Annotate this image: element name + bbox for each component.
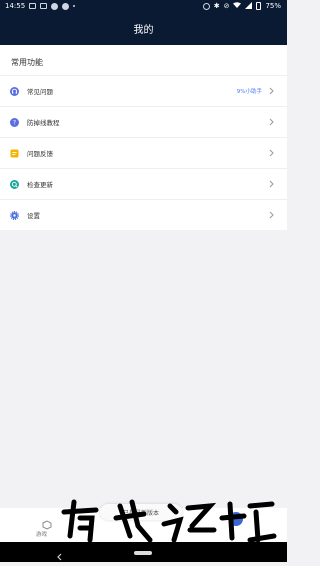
back-icon[interactable] — [55, 547, 65, 561]
feedback-icon — [10, 149, 19, 158]
chevron-right-icon — [268, 210, 275, 220]
game-tab-icon[interactable] — [41, 516, 53, 530]
menu-item-faq[interactable]: 常见问题 9%小助手 — [0, 75, 287, 106]
menu-item-anti-disconnect-tutorial[interactable]: ? 防掉线教程 — [0, 106, 287, 137]
menu-item-label: 设置 — [27, 212, 40, 220]
data-saver-icon — [202, 2, 210, 10]
message-notification-icon — [40, 3, 48, 9]
mute-icon: ⊘ — [223, 2, 230, 10]
system-navigation-bar — [0, 542, 287, 562]
menu-item-label: 问题反馈 — [27, 150, 53, 158]
chevron-right-icon — [268, 179, 275, 189]
chevron-right-icon — [268, 117, 275, 127]
home-pill[interactable] — [134, 551, 152, 555]
status-bar: 14:55 ✱ ⊘ 75% — [0, 0, 287, 12]
app-notification-icon — [62, 2, 70, 10]
menu-item-label: 防掉线教程 — [27, 119, 60, 127]
chevron-right-icon — [268, 148, 275, 158]
wifi-icon — [233, 2, 242, 10]
image-notification-icon — [29, 3, 37, 9]
question-circle-icon: ? — [10, 117, 19, 127]
app-notification-icon — [51, 2, 59, 10]
common-functions-card: 常用功能 常见问题 9%小助手 ? 防掉线教程 问题反馈 检查更新 设置 — [0, 45, 287, 230]
more-notifications-icon — [73, 5, 76, 7]
header: 我的 — [0, 12, 287, 45]
headset-icon — [10, 86, 19, 96]
section-title: 常用功能 — [11, 58, 43, 67]
battery-icon — [256, 2, 262, 10]
menu-item-label: 常见问题 — [27, 88, 53, 96]
status-time: 14:55 — [5, 2, 26, 10]
menu-item-feedback[interactable]: 问题反馈 — [0, 137, 287, 168]
menu-item-label: 检查更新 — [27, 181, 53, 189]
bluetooth-icon: ✱ — [213, 2, 220, 10]
signal-icon — [245, 1, 253, 11]
update-icon — [10, 179, 19, 189]
svg-text:?: ? — [13, 119, 16, 126]
menu-item-check-update[interactable]: 检查更新 — [0, 168, 287, 199]
battery-percent: 75% — [265, 2, 281, 10]
chevron-right-icon — [268, 86, 275, 96]
assistant-badge: 9%小助手 — [236, 89, 262, 95]
page-title: 我的 — [133, 25, 154, 36]
watermark-calligraphy — [61, 499, 277, 543]
menu-item-settings[interactable]: 设置 — [0, 199, 287, 230]
tab-label-game[interactable]: 游戏 — [36, 530, 47, 538]
gear-icon — [10, 210, 19, 220]
